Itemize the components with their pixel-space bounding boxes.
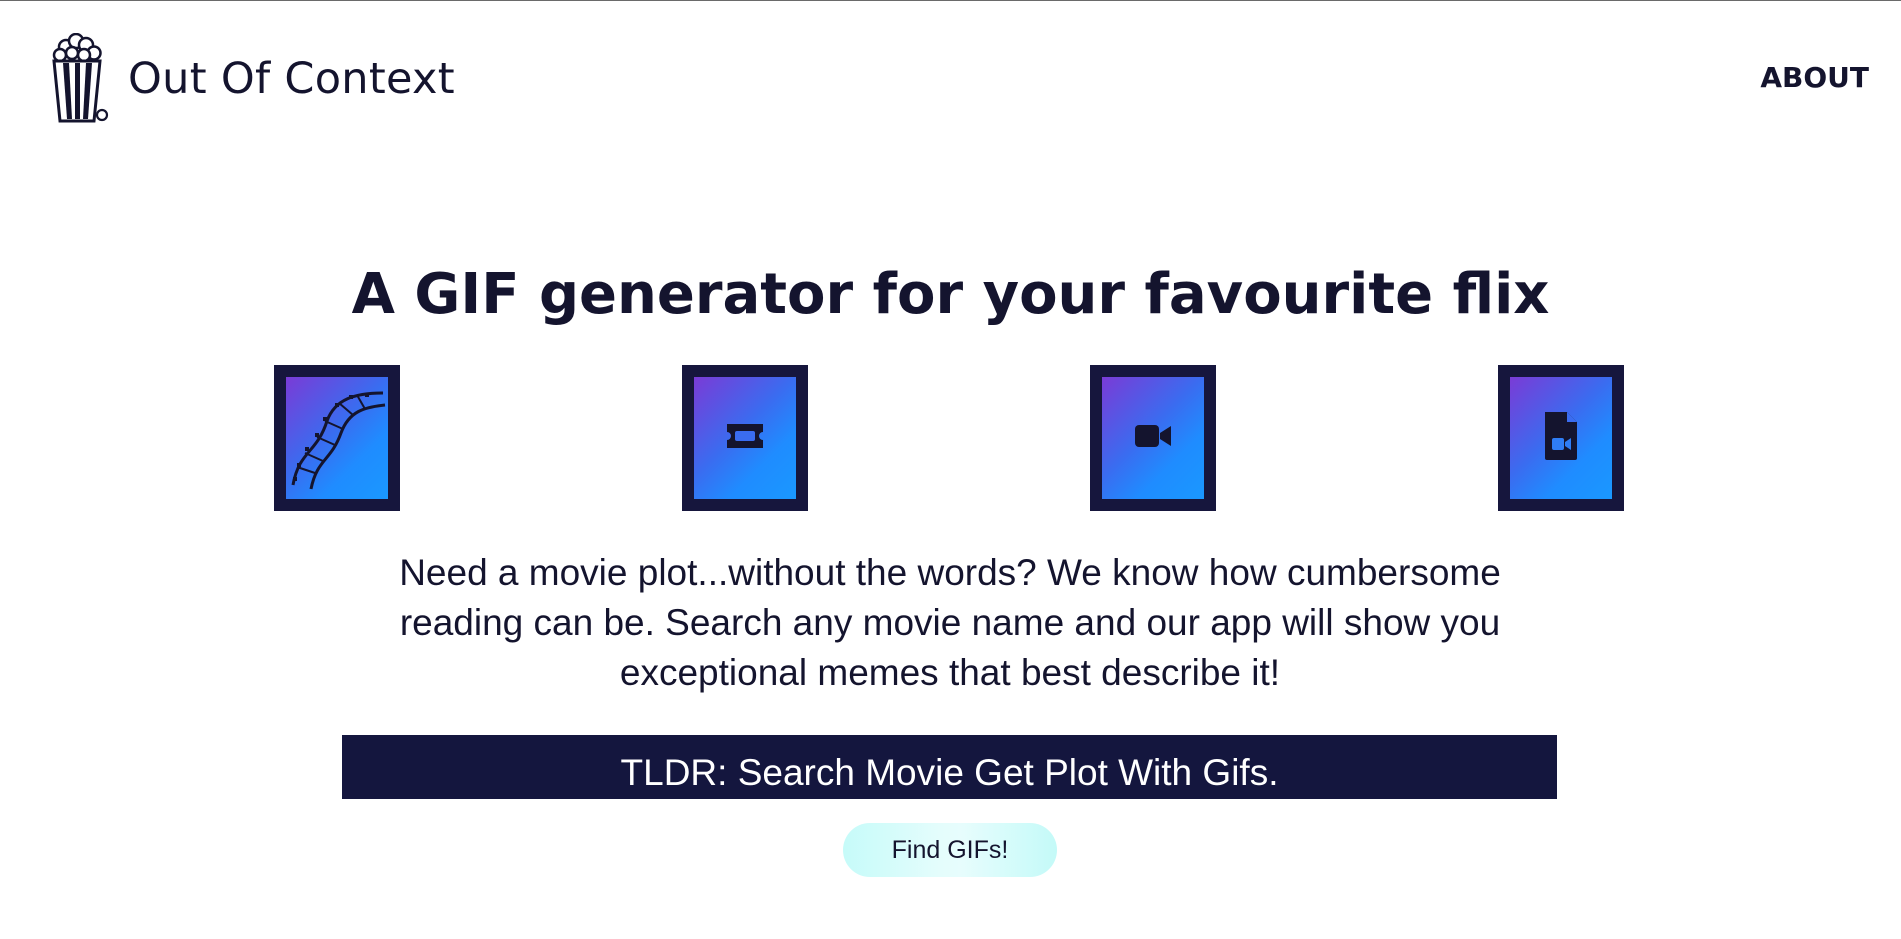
tldr-banner: TLDR: Search Movie Get Plot With Gifs. — [342, 735, 1557, 799]
page: Out Of Context ABOUT A GIF generator for… — [0, 0, 1901, 939]
brand-name: Out Of Context — [128, 54, 455, 104]
video-camera-icon — [1133, 422, 1173, 454]
ticket-icon — [725, 422, 765, 454]
feature-tile-video — [1090, 365, 1216, 511]
feature-tile-film — [274, 365, 400, 511]
feature-tile-ticket — [682, 365, 808, 511]
tile-gradient — [1510, 377, 1612, 499]
tile-gradient — [1102, 377, 1204, 499]
brand-home-link[interactable]: Out Of Context — [48, 32, 455, 125]
hero-description: Need a movie plot...without the words? W… — [399, 552, 1501, 693]
film-strip-icon — [287, 381, 387, 495]
video-file-icon — [1541, 410, 1581, 466]
nav-about-link[interactable]: ABOUT — [1760, 61, 1869, 94]
find-gifs-button[interactable]: Find GIFs! — [843, 823, 1057, 877]
site-header: Out Of Context ABOUT — [0, 1, 1901, 161]
feature-tiles — [0, 365, 1901, 511]
hero-title: A GIF generator for your favourite flix — [351, 262, 1550, 327]
feature-tile-video-file — [1498, 365, 1624, 511]
tile-gradient — [694, 377, 796, 499]
popcorn-icon — [48, 32, 110, 125]
tile-gradient — [286, 377, 388, 499]
